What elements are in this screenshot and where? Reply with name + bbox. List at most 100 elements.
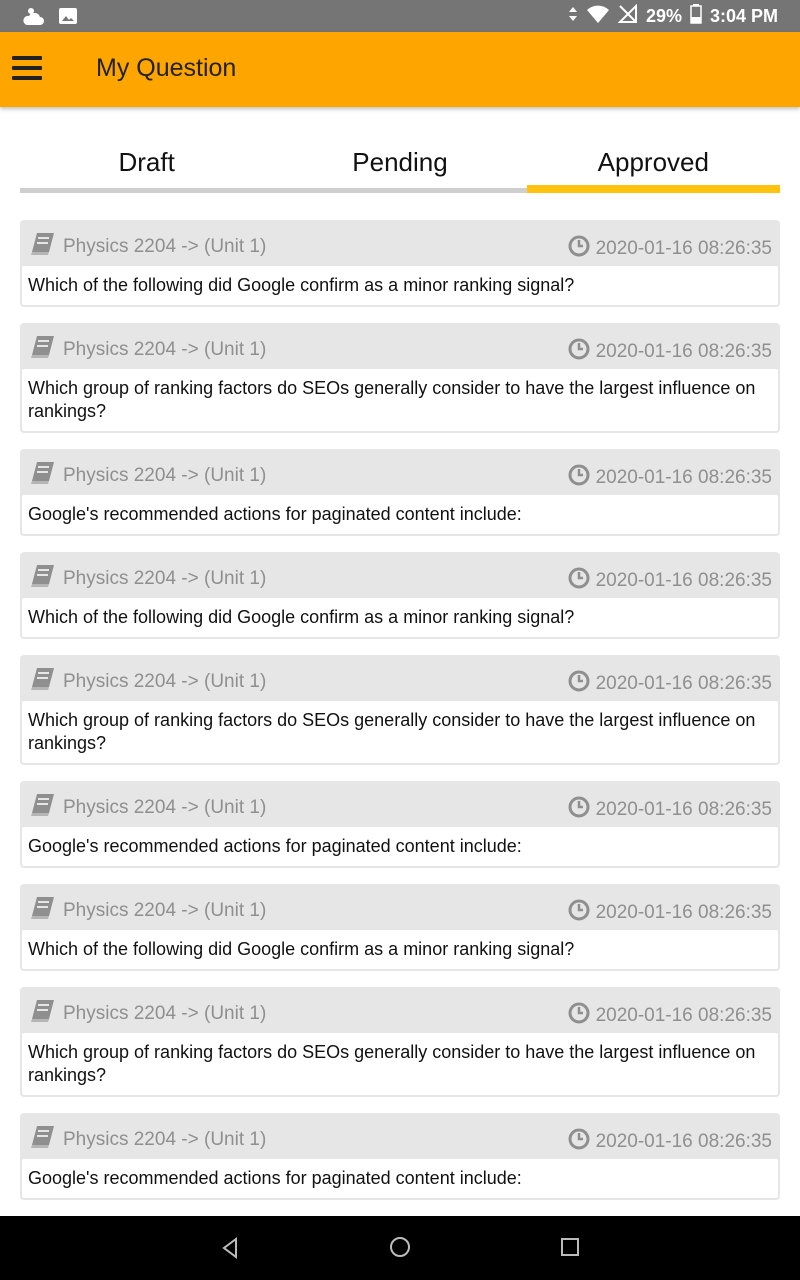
clock-icon — [568, 235, 590, 263]
question-card[interactable]: Physics 2204 -> (Unit 1) 2020-01-16 08:2… — [20, 987, 780, 1097]
question-date: 2020-01-16 08:26:35 — [595, 902, 772, 923]
tab-active-indicator — [526, 185, 780, 193]
tab-underline — [20, 188, 274, 193]
tab-bar: Draft Pending Approved — [20, 140, 780, 193]
subject-group: Physics 2204 -> (Unit 1) — [29, 667, 266, 697]
question-date: 2020-01-16 08:26:35 — [595, 341, 772, 362]
system-nav-bar — [0, 1216, 800, 1280]
date-group: 2020-01-16 08:26:35 — [568, 1002, 772, 1030]
question-list[interactable]: Physics 2204 -> (Unit 1) 2020-01-16 08:2… — [20, 220, 780, 1215]
question-subject: Physics 2204 -> (Unit 1) — [63, 1129, 267, 1150]
question-card[interactable]: Physics 2204 -> (Unit 1) 2020-01-16 08:2… — [20, 449, 780, 536]
question-card[interactable]: Physics 2204 -> (Unit 1) 2020-01-16 08:2… — [20, 781, 780, 868]
recents-icon[interactable] — [560, 1236, 580, 1263]
date-group: 2020-01-16 08:26:35 — [568, 899, 772, 927]
question-text: Which group of ranking factors do SEOs g… — [22, 369, 778, 431]
home-icon[interactable] — [389, 1236, 411, 1263]
book-icon — [29, 564, 55, 594]
subject-group: Physics 2204 -> (Unit 1) — [29, 999, 266, 1029]
clock-icon — [568, 1002, 590, 1030]
book-icon — [29, 1125, 55, 1155]
question-subject: Physics 2204 -> (Unit 1) — [63, 236, 267, 257]
book-icon — [29, 793, 55, 823]
question-subject: Physics 2204 -> (Unit 1) — [63, 568, 267, 589]
question-card[interactable]: Physics 2204 -> (Unit 1) 2020-01-16 08:2… — [20, 220, 780, 307]
weather-icon — [22, 5, 46, 32]
date-group: 2020-01-16 08:26:35 — [568, 567, 772, 595]
question-card-header: Physics 2204 -> (Unit 1) 2020-01-16 08:2… — [22, 554, 778, 598]
tab-label: Draft — [118, 147, 175, 177]
question-card-header: Physics 2204 -> (Unit 1) 2020-01-16 08:2… — [22, 451, 778, 495]
question-text: Which of the following did Google confir… — [22, 598, 778, 637]
subject-group: Physics 2204 -> (Unit 1) — [29, 461, 266, 491]
battery-percent: 29% — [645, 6, 682, 26]
tab-underline — [273, 188, 527, 193]
question-card[interactable]: Physics 2204 -> (Unit 1) 2020-01-16 08:2… — [20, 323, 780, 433]
question-subject: Physics 2204 -> (Unit 1) — [63, 1003, 267, 1024]
question-date: 2020-01-16 08:26:35 — [595, 799, 772, 820]
subject-group: Physics 2204 -> (Unit 1) — [29, 564, 266, 594]
status-bar: 29% 3:04 PM — [0, 0, 800, 32]
question-card-header: Physics 2204 -> (Unit 1) 2020-01-16 08:2… — [22, 222, 778, 266]
book-icon — [29, 896, 55, 926]
date-group: 2020-01-16 08:26:35 — [568, 338, 772, 366]
book-icon — [29, 232, 55, 262]
clock-icon — [568, 899, 590, 927]
clock-icon — [568, 567, 590, 595]
subject-group: Physics 2204 -> (Unit 1) — [29, 896, 266, 926]
date-group: 2020-01-16 08:26:35 — [568, 464, 772, 492]
question-card[interactable]: Physics 2204 -> (Unit 1) 2020-01-16 08:2… — [20, 884, 780, 971]
question-text: Which group of ranking factors do SEOs g… — [22, 701, 778, 763]
subject-group: Physics 2204 -> (Unit 1) — [29, 335, 266, 365]
back-icon[interactable] — [220, 1236, 240, 1265]
image-icon — [58, 7, 78, 30]
clock-icon — [568, 338, 590, 366]
page-title: My Question — [96, 54, 237, 82]
question-subject: Physics 2204 -> (Unit 1) — [63, 900, 267, 921]
question-card-header: Physics 2204 -> (Unit 1) 2020-01-16 08:2… — [22, 886, 778, 930]
question-text: Google's recommended actions for paginat… — [22, 1159, 778, 1198]
question-card-header: Physics 2204 -> (Unit 1) 2020-01-16 08:2… — [22, 1115, 778, 1159]
question-subject: Physics 2204 -> (Unit 1) — [63, 339, 267, 360]
question-text: Which group of ranking factors do SEOs g… — [22, 1033, 778, 1095]
subject-group: Physics 2204 -> (Unit 1) — [29, 793, 266, 823]
question-card-header: Physics 2204 -> (Unit 1) 2020-01-16 08:2… — [22, 657, 778, 701]
clock-icon — [568, 464, 590, 492]
question-card-header: Physics 2204 -> (Unit 1) 2020-01-16 08:2… — [22, 325, 778, 369]
question-text: Which of the following did Google confir… — [22, 266, 778, 305]
question-date: 2020-01-16 08:26:35 — [595, 1005, 772, 1026]
book-icon — [29, 667, 55, 697]
book-icon — [29, 999, 55, 1029]
question-text: Which of the following did Google confir… — [22, 930, 778, 969]
battery-icon — [690, 4, 702, 29]
date-group: 2020-01-16 08:26:35 — [568, 796, 772, 824]
no-signal-icon — [617, 3, 638, 29]
question-card[interactable]: Physics 2204 -> (Unit 1) 2020-01-16 08:2… — [20, 552, 780, 639]
hamburger-menu-icon[interactable] — [12, 56, 44, 84]
tab-label: Pending — [352, 147, 448, 177]
tab-pending[interactable]: Pending — [273, 140, 527, 193]
tab-approved[interactable]: Approved — [526, 140, 780, 193]
data-arrows-icon — [568, 6, 578, 27]
question-card[interactable]: Physics 2204 -> (Unit 1) 2020-01-16 08:2… — [20, 655, 780, 765]
date-group: 2020-01-16 08:26:35 — [568, 235, 772, 263]
app-bar: My Question — [0, 32, 800, 107]
tab-draft[interactable]: Draft — [20, 140, 274, 193]
clock-icon — [568, 1128, 590, 1156]
book-icon — [29, 335, 55, 365]
date-group: 2020-01-16 08:26:35 — [568, 1128, 772, 1156]
wifi-icon — [586, 4, 610, 29]
question-text: Google's recommended actions for paginat… — [22, 495, 778, 534]
question-date: 2020-01-16 08:26:35 — [595, 1131, 772, 1152]
subject-group: Physics 2204 -> (Unit 1) — [29, 232, 266, 262]
subject-group: Physics 2204 -> (Unit 1) — [29, 1125, 266, 1155]
question-card[interactable]: Physics 2204 -> (Unit 1) 2020-01-16 08:2… — [20, 1113, 780, 1200]
date-group: 2020-01-16 08:26:35 — [568, 670, 772, 698]
question-subject: Physics 2204 -> (Unit 1) — [63, 671, 267, 692]
clock-icon — [568, 796, 590, 824]
question-date: 2020-01-16 08:26:35 — [595, 570, 772, 591]
question-date: 2020-01-16 08:26:35 — [595, 238, 772, 259]
question-subject: Physics 2204 -> (Unit 1) — [63, 465, 267, 486]
tab-label: Approved — [597, 147, 709, 177]
question-card-header: Physics 2204 -> (Unit 1) 2020-01-16 08:2… — [22, 783, 778, 827]
